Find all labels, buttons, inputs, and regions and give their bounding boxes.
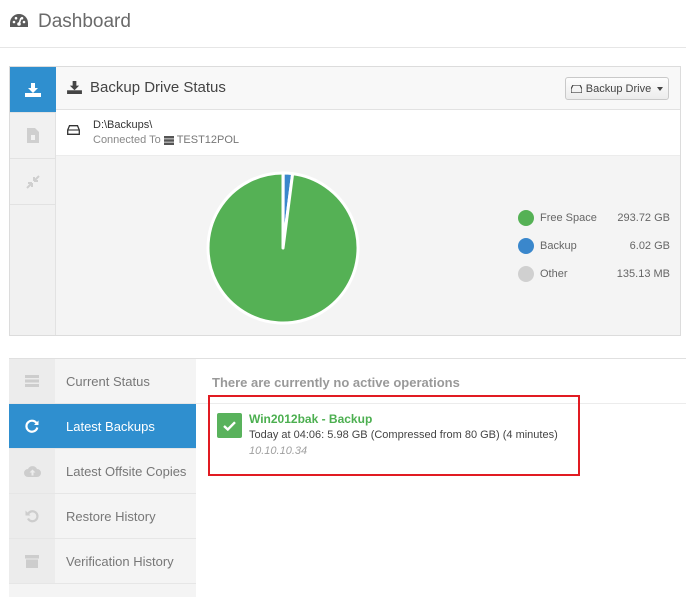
legend-swatch <box>518 210 534 226</box>
hdd-icon <box>570 84 582 93</box>
backup-drive-button-label: Backup Drive <box>585 82 652 95</box>
nav-icon-box <box>9 539 55 583</box>
host-name: TEST12POL <box>176 134 240 146</box>
page-header: Dashboard <box>0 0 686 48</box>
cloud-upload-icon <box>23 466 41 477</box>
nav-item-current-status[interactable]: Current Status <box>9 359 196 404</box>
legend-label: Free Space <box>540 212 597 224</box>
chart-legend: Free Space 293.72 GB Backup 6.02 GB Othe… <box>518 206 678 290</box>
connected-to-label: Connected To <box>93 134 161 146</box>
pie-slice-free-space <box>206 171 360 325</box>
pie-chart <box>206 171 360 325</box>
archive-icon <box>25 554 39 568</box>
legend-swatch <box>518 238 534 254</box>
no-active-operations-text: There are currently no active operations <box>212 375 460 390</box>
nav-label: Latest Offsite Copies <box>66 464 187 479</box>
tab-file[interactable] <box>10 113 56 159</box>
drive-path: D:\Backups\ <box>93 119 153 131</box>
list-icon <box>25 375 39 387</box>
legend-value: 293.72 GB <box>617 212 670 224</box>
hdd-icon <box>67 125 80 135</box>
tab-download[interactable] <box>10 67 56 113</box>
panel-header: Backup Drive Status Backup Drive <box>56 67 680 110</box>
download-icon <box>67 81 82 94</box>
nav-icon-box <box>9 359 55 403</box>
nav-item-latest-backups[interactable]: Latest Backups <box>9 404 203 449</box>
panel-title: Backup Drive Status <box>90 79 226 96</box>
backup-drive-dropdown-button[interactable]: Backup Drive <box>565 77 669 100</box>
download-icon <box>25 82 41 97</box>
nav-icon-box <box>9 404 55 448</box>
legend-label: Other <box>540 268 568 280</box>
nav-item-verification-history[interactable]: Verification History <box>9 539 196 584</box>
server-icon <box>163 135 174 145</box>
nav-icon-box <box>9 494 55 538</box>
nav-label: Verification History <box>66 554 174 569</box>
nav-item-restore-history[interactable]: Restore History <box>9 494 196 539</box>
nav-label: Restore History <box>66 509 156 524</box>
backups-panel: Current Status Latest Backups Latest Off… <box>9 358 686 597</box>
panel-side-tabs <box>10 67 56 335</box>
history-nav: Current Status Latest Backups Latest Off… <box>9 359 203 597</box>
nav-label: Latest Backups <box>66 419 155 434</box>
nav-icon-box <box>9 449 55 493</box>
disk-usage-chart: Free Space 293.72 GB Backup 6.02 GB Othe… <box>56 156 680 335</box>
legend-value: 135.13 MB <box>616 268 670 280</box>
legend-item-other: Other 135.13 MB <box>518 262 678 290</box>
dashboard-gauge-icon <box>10 14 28 27</box>
drive-path-row: D:\Backups\ Connected To TEST12POL <box>56 110 680 156</box>
connected-to: Connected To TEST12POL <box>93 134 239 146</box>
page-title: Dashboard <box>38 11 131 32</box>
undo-icon <box>25 510 39 523</box>
nav-item-latest-offsite-copies[interactable]: Latest Offsite Copies <box>9 449 196 494</box>
tab-compress[interactable] <box>10 159 56 205</box>
highlight-box <box>208 395 580 476</box>
legend-item-free-space: Free Space 293.72 GB <box>518 206 678 234</box>
legend-item-backup: Backup 6.02 GB <box>518 234 678 262</box>
file-icon <box>27 128 39 143</box>
compress-icon <box>26 174 40 189</box>
legend-swatch <box>518 266 534 282</box>
caret-down-icon <box>657 86 664 91</box>
refresh-icon <box>25 419 39 433</box>
legend-value: 6.02 GB <box>629 240 670 252</box>
backup-drive-status-panel: Backup Drive Status Backup Drive D:\Back… <box>9 66 681 336</box>
nav-label: Current Status <box>66 374 150 389</box>
legend-label: Backup <box>540 240 577 252</box>
